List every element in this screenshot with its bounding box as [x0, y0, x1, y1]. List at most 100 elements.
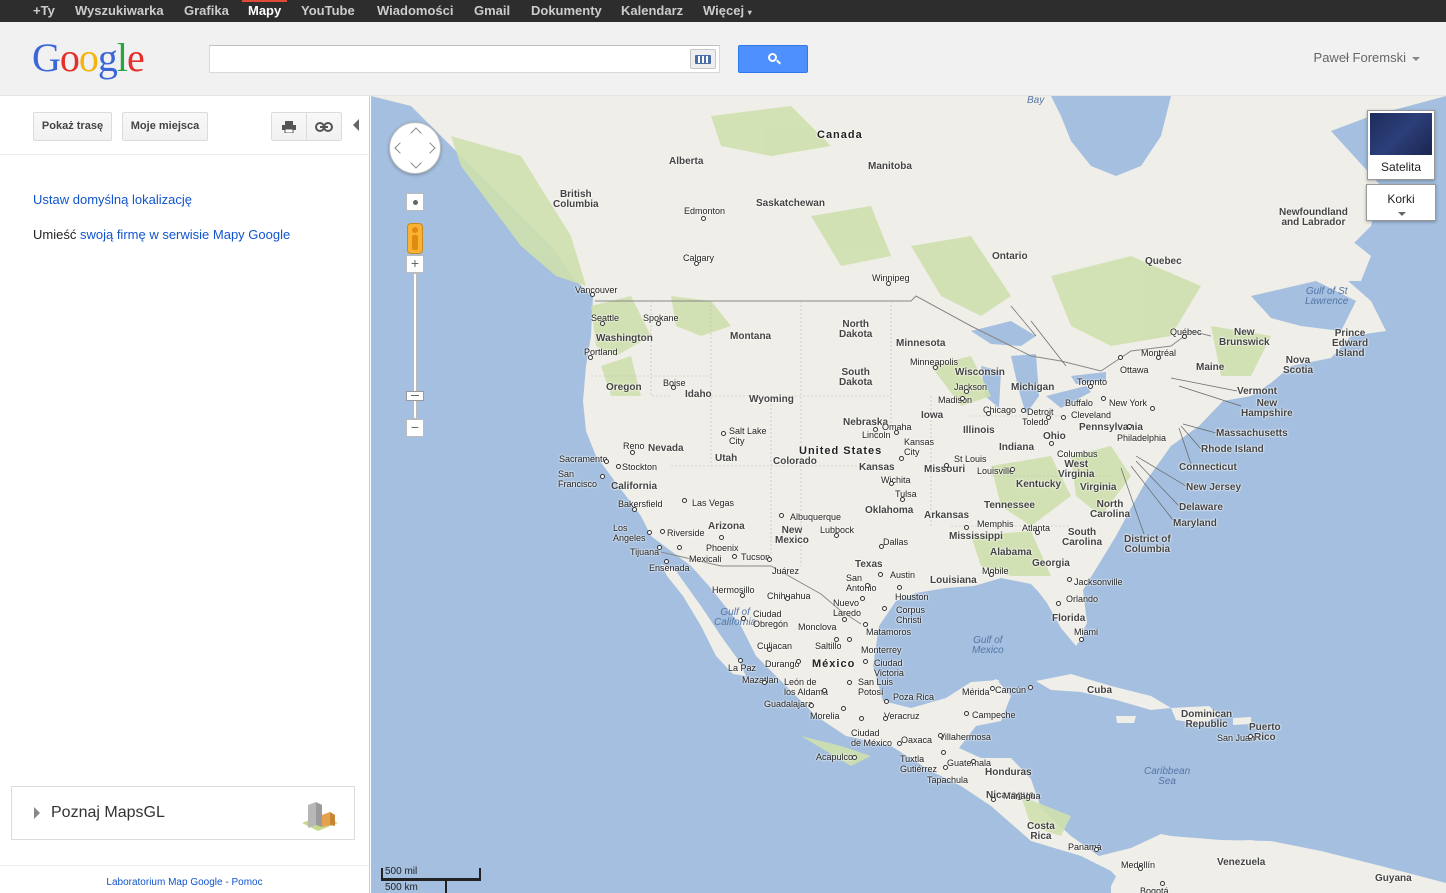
search-button[interactable]	[738, 45, 808, 73]
topnav-gmail[interactable]: Gmail	[474, 3, 510, 18]
city-marker	[889, 481, 894, 486]
pan-left-icon[interactable]	[394, 142, 406, 154]
city-label: Durango	[765, 659, 800, 669]
user-account-menu[interactable]: Paweł Foremski	[1314, 50, 1420, 65]
city-marker	[1088, 384, 1093, 389]
region-label: Kansas	[859, 462, 895, 473]
keyboard-button[interactable]	[690, 49, 716, 69]
place-business-link[interactable]: swoją firmę w serwisie Mapy Google	[80, 227, 290, 242]
region-label: New Mexico	[775, 525, 809, 546]
city-marker	[1138, 866, 1143, 871]
my-places-button[interactable]: Moje miejsca	[122, 112, 208, 141]
city-marker	[1067, 577, 1072, 582]
topnav-maps[interactable]: Mapy	[241, 0, 288, 18]
topnav-news[interactable]: Wiadomości	[377, 3, 453, 18]
topnav-images[interactable]: Grafika	[184, 3, 229, 18]
print-button[interactable]	[271, 112, 307, 141]
street-view-pegman-icon[interactable]	[407, 223, 423, 254]
set-default-location-link[interactable]: Ustaw domyślną lokalizację	[33, 192, 192, 207]
city-label: Tuxtla Gutiérrez	[900, 754, 938, 774]
my-location-button[interactable]	[406, 193, 424, 211]
city-label: St Louis	[954, 454, 987, 464]
topnav-calendar[interactable]: Kalendarz	[621, 3, 683, 18]
pan-right-icon[interactable]	[424, 142, 436, 154]
topnav-plus-you[interactable]: +Ty	[33, 3, 55, 18]
city-label: Monterrey	[861, 645, 902, 655]
topnav-more-label: Więcej	[703, 3, 745, 18]
city-label: Seattle	[591, 313, 620, 323]
city-label: Hermosillo	[712, 585, 755, 595]
link-button[interactable]	[306, 112, 342, 141]
pan-up-icon[interactable]	[410, 127, 422, 139]
zoom-in-button[interactable]: +	[406, 255, 424, 273]
city-marker	[767, 557, 772, 562]
scale-tick	[445, 880, 447, 893]
chevron-down-icon: ▾	[747, 8, 752, 17]
region-label: Iowa	[921, 410, 944, 421]
topnav-youtube[interactable]: YouTube	[301, 3, 355, 18]
labs-link[interactable]: Laboratorium Map Google	[106, 877, 222, 888]
water-label: Gulf of St Lawrence	[1305, 286, 1349, 307]
city-marker	[732, 554, 737, 559]
help-link[interactable]: Pomoc	[231, 877, 262, 888]
region-label: Wisconsin	[955, 367, 1005, 378]
city-label: Tucson	[741, 552, 771, 562]
city-marker	[933, 365, 938, 370]
city-marker	[960, 396, 965, 401]
map-canvas[interactable]: Canada United States México Alberta Manitoba…	[371, 96, 1446, 893]
city-marker	[886, 281, 891, 286]
water-label: Caribbean Sea	[1144, 766, 1191, 787]
city-marker	[822, 688, 827, 693]
topnav-search[interactable]: Wyszukiwarka	[75, 3, 164, 18]
pan-down-icon[interactable]	[410, 157, 422, 169]
search-input[interactable]	[209, 45, 720, 73]
city-marker	[941, 750, 946, 755]
region-label: Florida	[1052, 613, 1086, 624]
country-label: México	[812, 658, 856, 670]
region-label: New Hampshire	[1241, 398, 1293, 419]
country-label: Venezuela	[1217, 857, 1266, 868]
city-marker	[632, 507, 637, 512]
city-label: Ciudad Obregón	[753, 609, 789, 629]
city-marker	[677, 545, 682, 550]
city-marker	[630, 450, 635, 455]
region-label: Oklahoma	[865, 505, 914, 516]
pan-control[interactable]	[389, 122, 441, 174]
city-marker	[647, 530, 652, 535]
country-label: Guyana	[1375, 873, 1412, 884]
city-marker	[600, 474, 605, 479]
city-marker	[740, 593, 745, 598]
city-marker	[1118, 355, 1123, 360]
city-marker	[741, 616, 746, 621]
city-marker	[1182, 334, 1187, 339]
city-label: Mobile	[982, 566, 1009, 576]
city-label: Philadelphia	[1117, 433, 1167, 443]
collapse-panel-icon[interactable]	[353, 119, 359, 131]
city-marker	[1127, 424, 1132, 429]
city-label: Phoenix	[706, 543, 739, 553]
header: Google Paweł Foremski	[0, 22, 1446, 96]
get-directions-button[interactable]: Pokaż trasę	[33, 112, 112, 141]
city-label: Cancún	[995, 685, 1027, 695]
region-label: Mississippi	[949, 531, 1003, 542]
topnav-documents[interactable]: Dokumenty	[531, 3, 602, 18]
city-marker	[879, 544, 884, 549]
mapsgl-promo[interactable]: Poznaj MapsGL	[11, 786, 355, 840]
search-text-field[interactable]	[210, 46, 680, 72]
satellite-thumbnail	[1370, 113, 1432, 155]
mapsgl-label: Poznaj MapsGL	[51, 804, 165, 821]
region-label: Texas	[855, 559, 883, 570]
city-marker	[834, 637, 839, 642]
zoom-slider-handle[interactable]	[406, 391, 424, 401]
zoom-out-button[interactable]: −	[406, 419, 424, 437]
city-label: San Francisco	[558, 469, 598, 489]
google-logo[interactable]: Google	[32, 38, 145, 78]
topnav-more[interactable]: Więcej ▾	[703, 3, 752, 18]
traffic-layer-button[interactable]: Korki	[1366, 184, 1436, 221]
city-label: Mazatlan	[742, 675, 779, 685]
city-marker	[883, 716, 888, 721]
city-label: Acapulco	[816, 752, 854, 762]
satellite-view-button[interactable]: Satelita	[1367, 110, 1435, 180]
left-panel: Pokaż trasę Moje miejsca Ustaw domyślną …	[0, 96, 370, 893]
city-marker	[1150, 406, 1155, 411]
